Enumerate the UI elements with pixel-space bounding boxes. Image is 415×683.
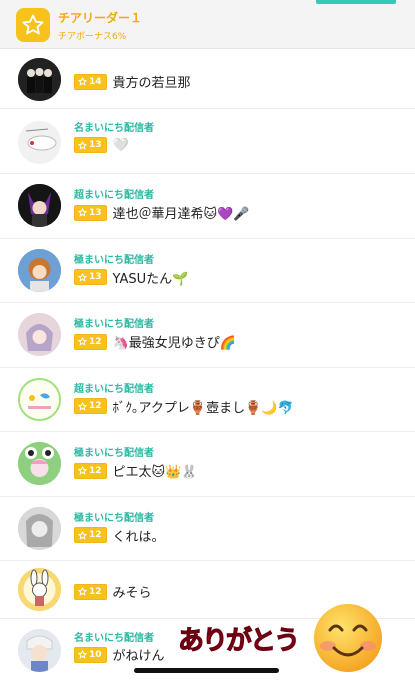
list-item-info: 名まいにち配信者 13 🤍 <box>74 109 405 173</box>
cheer-bonus-label: チアボーナス6% <box>58 32 127 42</box>
list-item-info: 極まいにち配信者 13 YASUたん🌱 <box>74 239 405 303</box>
list-item-info: 極まいにち配信者 12 くれは。 <box>74 497 405 561</box>
rank-title: 極まいにち配信者 <box>74 319 154 330</box>
avatar[interactable] <box>18 184 61 227</box>
list-item-info: 極まいにち配信者 12 🦄最強女児ゆきぴ🌈 <box>74 303 405 367</box>
avatar[interactable] <box>18 568 61 611</box>
avatar[interactable] <box>18 506 61 550</box>
list-item[interactable]: 極まいにち配信者 12 くれは。 <box>0 497 415 561</box>
level-badge: 12 <box>74 527 107 543</box>
level-value: 12 <box>89 465 102 476</box>
star-icon <box>78 208 87 217</box>
level-value: 14 <box>89 76 102 87</box>
level-badge: 12 <box>74 583 107 600</box>
home-indicator[interactable] <box>134 668 279 673</box>
avatar[interactable] <box>18 121 61 164</box>
level-value: 13 <box>89 140 102 150</box>
level-badge: 12 <box>74 462 107 479</box>
cheer-header: チアリーダー１ チアボーナス6% <box>0 0 415 49</box>
rank-title: 極まいにち配信者 <box>74 254 154 266</box>
user-name: くれは。 <box>112 529 165 545</box>
level-badge: 13 <box>74 204 107 221</box>
level-badge: 13 <box>74 137 107 153</box>
level-value: 12 <box>89 336 102 347</box>
rank-title: 超まいにち配信者 <box>74 190 154 201</box>
tab-indicator <box>316 0 396 4</box>
level-badge: 12 <box>74 333 107 350</box>
rank-title: 名まいにち配信者 <box>74 633 154 644</box>
user-name: 達也＠華月達希🐱💜🎤 <box>112 207 250 222</box>
smiley-icon <box>314 604 382 672</box>
level-value: 12 <box>89 586 102 597</box>
level-value: 13 <box>89 272 102 282</box>
level-badge: 12 <box>74 398 107 414</box>
user-name: ピエ太🐱👑🐰 <box>112 465 198 480</box>
list-item[interactable]: 超まいにち配信者 12 ﾎﾞｸ｡アクプレ🏺壺まし🏺🌙🐬 <box>0 368 415 432</box>
list-item-info: 超まいにち配信者 12 ﾎﾞｸ｡アクプレ🏺壺まし🏺🌙🐬 <box>74 368 405 432</box>
level-badge: 10 <box>74 646 107 663</box>
star-icon <box>78 587 87 596</box>
level-value: 10 <box>89 649 102 660</box>
level-badge: 13 <box>74 269 107 285</box>
user-name: がねけん <box>112 649 165 664</box>
star-icon <box>78 466 87 475</box>
sticker-text: ありがとう <box>177 626 300 657</box>
user-name: 🤍 <box>112 137 129 153</box>
list-item-info: 14 貴方の若旦那 <box>74 52 405 108</box>
rank-title: 超まいにち配信者 <box>74 383 154 395</box>
avatar[interactable] <box>18 442 61 485</box>
user-name: 🦄最強女児ゆきぴ🌈 <box>112 336 236 351</box>
star-icon <box>78 337 87 346</box>
rank-title: 極まいにち配信者 <box>74 512 154 524</box>
level-badge: 14 <box>74 73 107 90</box>
star-icon <box>78 140 87 150</box>
user-name: 貴方の若旦那 <box>112 76 191 91</box>
star-icon <box>78 77 87 86</box>
list-item[interactable]: 極まいにち配信者 12 ピエ太🐱👑🐰 <box>0 432 415 497</box>
cheer-leader-title: チアリーダー１ <box>58 11 143 25</box>
user-name: ﾎﾞｸ｡アクプレ🏺壺まし🏺🌙🐬 <box>112 400 294 416</box>
rank-title: 極まいにち配信者 <box>74 448 154 459</box>
level-value: 12 <box>89 401 102 411</box>
rank-title: 名まいにち配信者 <box>74 123 154 134</box>
star-icon <box>78 401 87 411</box>
list-item[interactable]: 14 貴方の若旦那 <box>0 52 415 109</box>
level-value: 13 <box>89 207 102 218</box>
user-name: YASUたん🌱 <box>112 271 189 287</box>
star-icon <box>78 272 87 282</box>
list-item[interactable]: 名まいにち配信者 13 🤍 <box>0 109 415 174</box>
star-icon <box>22 14 44 35</box>
cheer-star-badge <box>16 8 50 42</box>
cheer-user-list: 14 貴方の若旦那 名まいにち配信者 13 🤍 超まいにち配信者 13 達也＠華… <box>0 52 415 683</box>
list-item[interactable]: 超まいにち配信者 13 達也＠華月達希🐱💜🎤 <box>0 174 415 239</box>
user-name: みそら <box>112 586 152 601</box>
list-item-info: 超まいにち配信者 13 達也＠華月達希🐱💜🎤 <box>74 174 405 238</box>
star-icon <box>78 650 87 659</box>
avatar[interactable] <box>18 58 61 101</box>
avatar[interactable] <box>18 313 61 356</box>
star-icon <box>78 530 87 540</box>
level-value: 12 <box>89 530 102 540</box>
avatar[interactable] <box>18 377 61 421</box>
avatar[interactable] <box>18 248 61 292</box>
list-item-info: 極まいにち配信者 12 ピエ太🐱👑🐰 <box>74 432 405 496</box>
list-item[interactable]: 極まいにち配信者 12 🦄最強女児ゆきぴ🌈 <box>0 303 415 368</box>
avatar[interactable] <box>18 629 61 672</box>
list-item[interactable]: 極まいにち配信者 13 YASUたん🌱 <box>0 239 415 303</box>
